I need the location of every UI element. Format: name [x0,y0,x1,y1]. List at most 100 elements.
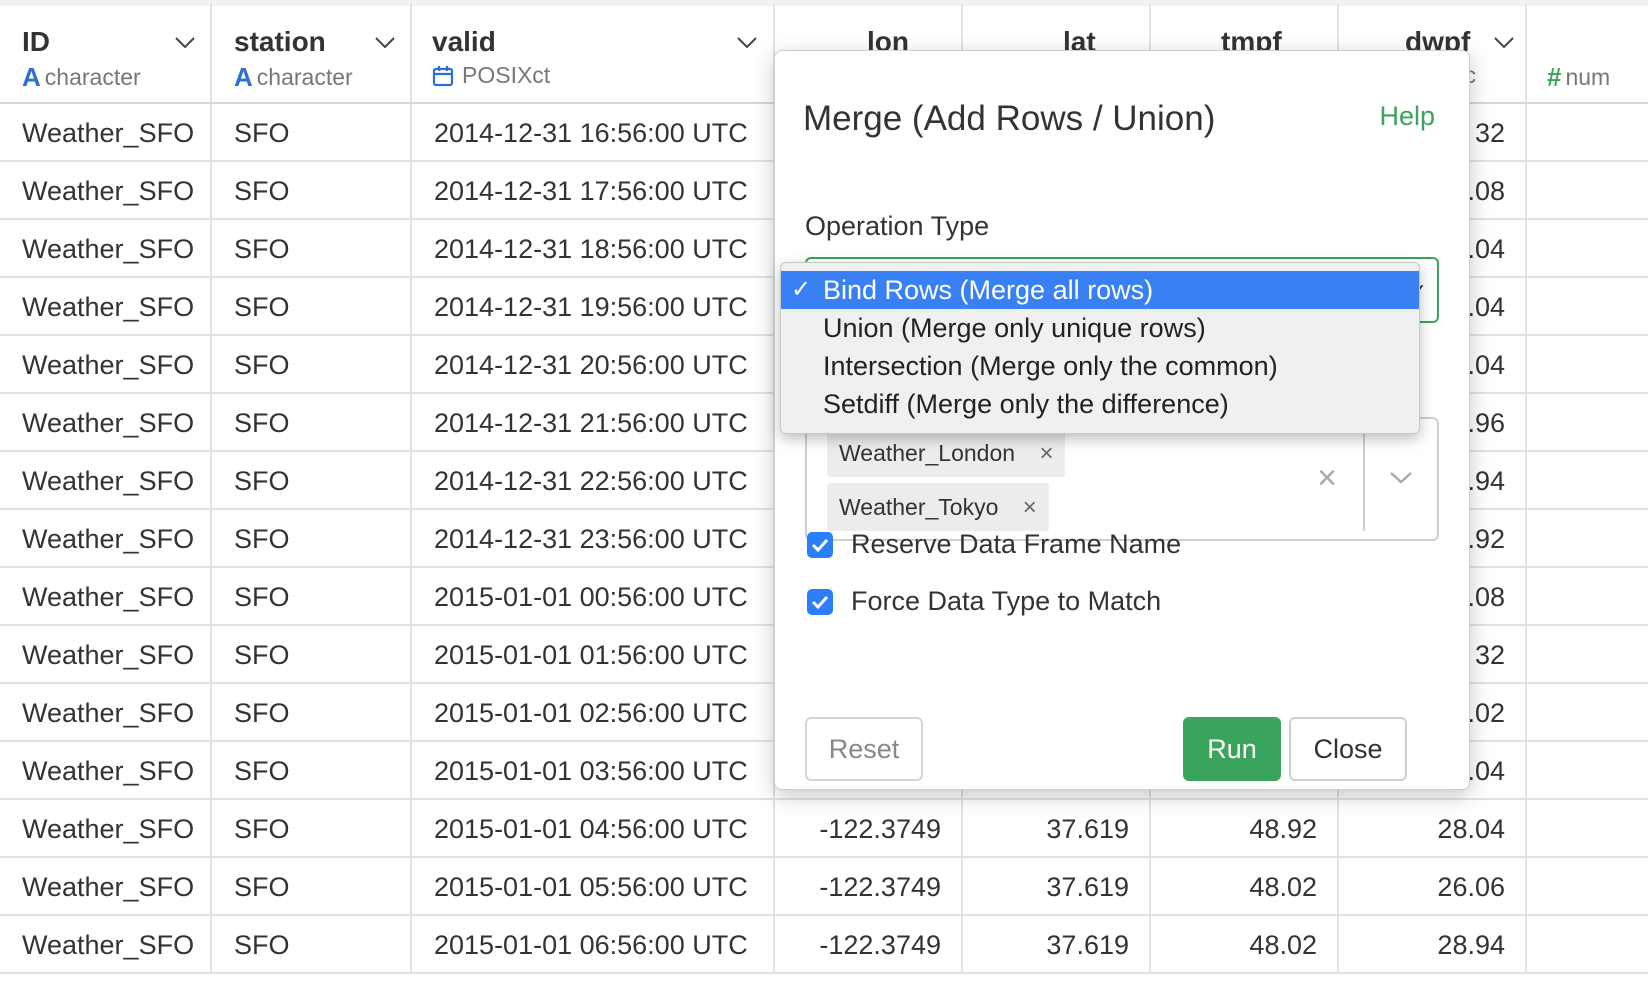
table-cell[interactable]: 2014-12-31 23:56:00 UTC [412,510,775,568]
table-cell[interactable]: Weather_SFO [0,742,212,800]
table-cell[interactable] [1527,220,1648,278]
table-cell[interactable]: Weather_SFO [0,220,212,278]
table-cell[interactable]: Weather_SFO [0,394,212,452]
table-cell[interactable]: 2014-12-31 16:56:00 UTC [412,104,775,162]
chevron-down-icon[interactable] [174,36,196,50]
table-cell[interactable]: 2014-12-31 22:56:00 UTC [412,452,775,510]
table-cell[interactable]: SFO [212,858,412,916]
table-cell[interactable]: 28.04 [1339,800,1527,858]
table-cell[interactable]: SFO [212,626,412,684]
table-cell[interactable]: 28.94 [1339,916,1527,974]
run-button[interactable]: Run [1183,717,1281,781]
table-cell[interactable]: 2014-12-31 21:56:00 UTC [412,394,775,452]
table-cell[interactable] [1527,162,1648,220]
table-cell[interactable]: 2015-01-01 01:56:00 UTC [412,626,775,684]
table-cell[interactable]: Weather_SFO [0,800,212,858]
table-cell[interactable]: 2015-01-01 04:56:00 UTC [412,800,775,858]
table-cell[interactable]: Weather_SFO [0,858,212,916]
reserve-name-checkbox[interactable] [807,531,833,558]
table-cell[interactable]: Weather_SFO [0,278,212,336]
table-cell[interactable] [1527,336,1648,394]
chevron-down-icon[interactable] [736,36,758,50]
table-cell[interactable]: 2015-01-01 03:56:00 UTC [412,742,775,800]
force-type-checkbox[interactable] [807,588,833,615]
chevron-down-icon[interactable] [374,36,396,50]
remove-tag-icon[interactable]: × [1023,494,1037,521]
table-cell[interactable]: Weather_SFO [0,452,212,510]
table-cell[interactable]: SFO [212,510,412,568]
reset-button[interactable]: Reset [805,717,923,781]
table-cell[interactable]: SFO [212,220,412,278]
table-cell[interactable] [1527,626,1648,684]
table-cell[interactable] [1527,858,1648,916]
chevron-down-icon[interactable] [1389,471,1413,485]
reserve-name-option[interactable]: Reserve Data Frame Name [807,529,1181,560]
table-cell[interactable]: Weather_SFO [0,684,212,742]
table-cell[interactable]: Weather_SFO [0,510,212,568]
option-setdiff[interactable]: Setdiff (Merge only the difference) [781,385,1419,423]
table-cell[interactable]: SFO [212,162,412,220]
table-cell[interactable]: SFO [212,916,412,974]
table-cell[interactable] [1527,452,1648,510]
data-frame-multiselect[interactable]: Weather_London × Weather_Tokyo × × [805,417,1439,541]
table-cell[interactable]: SFO [212,104,412,162]
table-cell[interactable] [1527,916,1648,974]
close-button[interactable]: Close [1289,717,1407,781]
table-cell[interactable]: 2015-01-01 02:56:00 UTC [412,684,775,742]
column-header-next[interactable]: # num [1527,0,1648,104]
table-cell[interactable] [1527,394,1648,452]
table-cell[interactable]: 37.619 [963,800,1151,858]
table-cell[interactable]: SFO [212,742,412,800]
table-cell[interactable]: 2015-01-01 05:56:00 UTC [412,858,775,916]
table-cell[interactable] [1527,278,1648,336]
table-cell[interactable]: 2014-12-31 20:56:00 UTC [412,336,775,394]
table-cell[interactable]: 2014-12-31 19:56:00 UTC [412,278,775,336]
clear-all-icon[interactable]: × [1317,459,1337,498]
table-cell[interactable] [1527,742,1648,800]
table-cell[interactable]: -122.3749 [775,916,963,974]
table-cell[interactable] [1527,568,1648,626]
operation-type-dropdown: ✓ Bind Rows (Merge all rows) Union (Merg… [780,262,1420,434]
table-cell[interactable]: 2015-01-01 00:56:00 UTC [412,568,775,626]
table-cell[interactable]: SFO [212,684,412,742]
table-cell[interactable] [1527,800,1648,858]
table-cell[interactable]: 2014-12-31 17:56:00 UTC [412,162,775,220]
chevron-down-icon[interactable] [1493,36,1515,50]
table-cell[interactable]: 37.619 [963,916,1151,974]
table-cell[interactable] [1527,510,1648,568]
table-cell[interactable]: SFO [212,800,412,858]
option-union[interactable]: Union (Merge only unique rows) [781,309,1419,347]
option-intersection[interactable]: Intersection (Merge only the common) [781,347,1419,385]
column-name: station [234,26,326,57]
column-header-id[interactable]: ID A character [0,0,212,104]
table-cell[interactable]: SFO [212,394,412,452]
remove-tag-icon[interactable]: × [1039,440,1053,467]
table-cell[interactable] [1527,684,1648,742]
table-cell[interactable]: 26.06 [1339,858,1527,916]
table-cell[interactable] [1527,104,1648,162]
force-type-option[interactable]: Force Data Type to Match [807,586,1161,617]
table-cell[interactable]: 2015-01-01 06:56:00 UTC [412,916,775,974]
table-cell[interactable]: 37.619 [963,858,1151,916]
table-cell[interactable]: SFO [212,568,412,626]
table-cell[interactable]: -122.3749 [775,800,963,858]
help-link[interactable]: Help [1379,101,1435,132]
table-cell[interactable]: SFO [212,452,412,510]
table-cell[interactable]: Weather_SFO [0,336,212,394]
table-cell[interactable]: Weather_SFO [0,104,212,162]
table-cell[interactable]: Weather_SFO [0,568,212,626]
table-cell[interactable]: Weather_SFO [0,626,212,684]
table-cell[interactable]: 2014-12-31 18:56:00 UTC [412,220,775,278]
table-cell[interactable]: Weather_SFO [0,916,212,974]
column-header-valid[interactable]: valid POSIXct [412,0,775,104]
table-cell[interactable]: SFO [212,278,412,336]
table-cell[interactable]: 48.02 [1151,858,1339,916]
table-cell[interactable]: SFO [212,336,412,394]
calendar-icon [432,65,454,86]
table-cell[interactable]: Weather_SFO [0,162,212,220]
table-cell[interactable]: -122.3749 [775,858,963,916]
table-cell[interactable]: 48.02 [1151,916,1339,974]
option-bind-rows[interactable]: ✓ Bind Rows (Merge all rows) [781,271,1419,309]
column-header-station[interactable]: station A character [212,0,412,104]
table-cell[interactable]: 48.92 [1151,800,1339,858]
